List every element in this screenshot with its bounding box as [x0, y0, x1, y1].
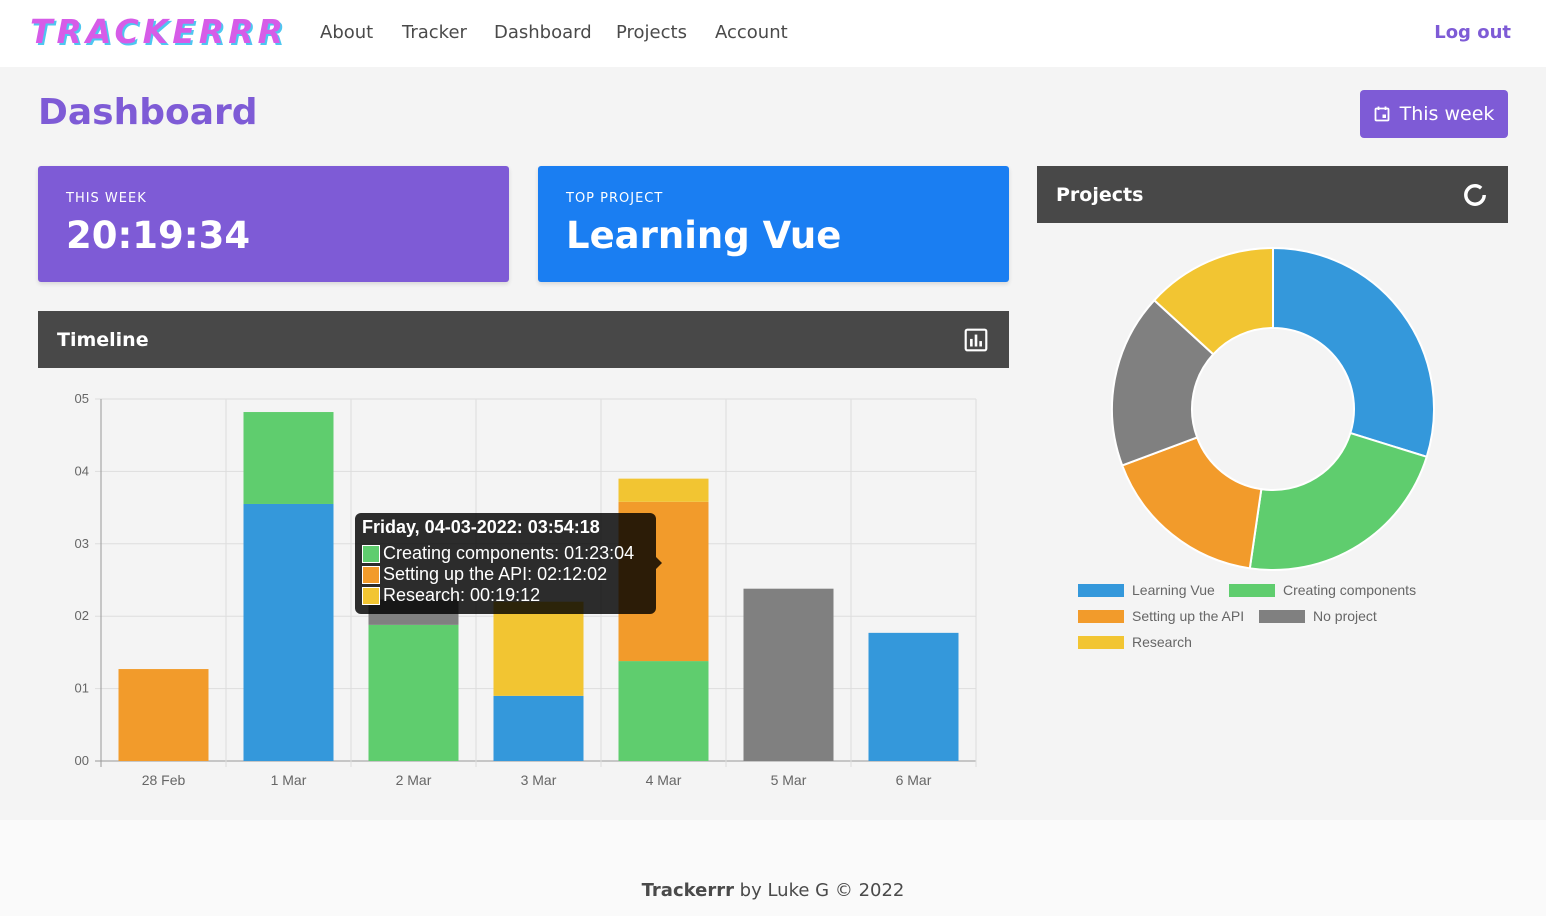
legend-swatch	[1078, 583, 1124, 597]
legend-swatch	[1078, 635, 1124, 649]
nav-tracker[interactable]: Tracker	[402, 22, 467, 43]
legend-label: Research	[1132, 634, 1192, 650]
bar-segment	[743, 588, 834, 761]
y-tick-label: 02	[75, 608, 89, 623]
tooltip-row-text: Creating components: 01:23:04	[383, 543, 635, 563]
bar-segment	[243, 503, 334, 761]
bar-segment	[118, 669, 209, 761]
top-project-card: Top project Learning Vue	[538, 166, 1009, 282]
legend-item[interactable]: Setting up the API	[1078, 608, 1244, 624]
x-tick-label: 6 Mar	[896, 772, 932, 788]
x-tick-label: 28 Feb	[142, 772, 186, 788]
bar-segment	[618, 478, 709, 502]
x-tick-label: 4 Mar	[646, 772, 682, 788]
top-navbar: TRACKERRR About Tracker Dashboard Projec…	[0, 0, 1546, 67]
legend-swatch	[1259, 609, 1305, 623]
legend-swatch	[1078, 609, 1124, 623]
footer-credit: by Luke G © 2022	[733, 880, 905, 901]
projects-title: Projects	[1056, 184, 1144, 206]
legend-item[interactable]: Research	[1078, 634, 1192, 650]
this-week-total: 20:19:34	[66, 214, 251, 257]
legend-label: No project	[1313, 608, 1377, 624]
footer-text: Trackerrr by Luke G © 2022	[0, 880, 1546, 901]
y-tick-label: 01	[75, 681, 89, 696]
bar-segment	[618, 661, 709, 761]
tooltip-swatch	[362, 565, 380, 584]
top-project-value: Learning Vue	[566, 214, 842, 257]
bar-segment	[868, 632, 959, 761]
tooltip-swatch	[362, 544, 380, 563]
nav-dashboard[interactable]: Dashboard	[494, 22, 592, 43]
logout-link[interactable]: Log out	[1434, 22, 1511, 43]
nav-projects[interactable]: Projects	[616, 22, 687, 43]
tooltip-row: Creating components: 01:23:04	[362, 543, 649, 564]
brand-logo[interactable]: TRACKERRR	[30, 12, 287, 51]
donut-slice	[1248, 431, 1428, 571]
bar-segment	[368, 624, 459, 761]
bar-segment	[243, 412, 334, 504]
nav-account[interactable]: Account	[715, 22, 788, 43]
bar-chart-icon[interactable]	[963, 327, 989, 353]
calendar-icon	[1374, 106, 1389, 122]
donut-chart-icon[interactable]	[1462, 182, 1488, 208]
y-tick-label: 03	[75, 536, 89, 551]
legend-label: Learning Vue	[1132, 582, 1215, 598]
y-tick-label: 00	[75, 753, 89, 768]
donut-slice	[1272, 246, 1435, 459]
x-tick-label: 1 Mar	[271, 772, 307, 788]
tooltip-caret	[656, 557, 662, 569]
nav-about[interactable]: About	[320, 22, 373, 43]
bar-segment	[493, 695, 584, 761]
legend-item[interactable]: Learning Vue	[1078, 582, 1215, 598]
timeline-header: Timeline	[38, 311, 1009, 368]
footer: Trackerrr by Luke G © 2022	[0, 820, 1546, 916]
this-week-button[interactable]: This week	[1360, 90, 1508, 138]
legend-label: Setting up the API	[1132, 608, 1245, 624]
page-title: Dashboard	[38, 92, 258, 133]
x-tick-label: 2 Mar	[396, 772, 432, 788]
legend-label: Creating components	[1283, 582, 1417, 598]
chart-tooltip: Friday, 04-03-2022: 03:54:18 Creating co…	[355, 513, 662, 614]
x-tick-label: 3 Mar	[521, 772, 557, 788]
this-week-button-label: This week	[1399, 103, 1495, 125]
legend-swatch	[1229, 583, 1275, 597]
this-week-label: This week	[66, 191, 147, 206]
tooltip-row-text: Setting up the API: 02:12:02	[383, 564, 608, 584]
footer-brand: Trackerrr	[641, 880, 734, 901]
y-tick-label: 05	[75, 391, 89, 406]
x-tick-label: 5 Mar	[771, 772, 807, 788]
y-tick-label: 04	[75, 463, 89, 478]
legend-item[interactable]: No project	[1259, 608, 1377, 624]
tooltip-row-text: Research: 00:19:12	[383, 585, 541, 605]
legend-item[interactable]: Creating components	[1229, 582, 1416, 598]
top-project-label: Top project	[566, 191, 664, 206]
projects-donut-chart	[1111, 246, 1435, 571]
tooltip-title: Friday, 04-03-2022: 03:54:18	[362, 517, 600, 537]
bar-segment	[493, 601, 584, 696]
this-week-card: This week 20:19:34	[38, 166, 509, 282]
tooltip-row: Research: 00:19:12	[362, 585, 649, 606]
projects-header: Projects	[1037, 166, 1508, 223]
tooltip-row: Setting up the API: 02:12:02	[362, 564, 649, 585]
timeline-title: Timeline	[57, 329, 149, 351]
tooltip-swatch	[362, 586, 380, 605]
